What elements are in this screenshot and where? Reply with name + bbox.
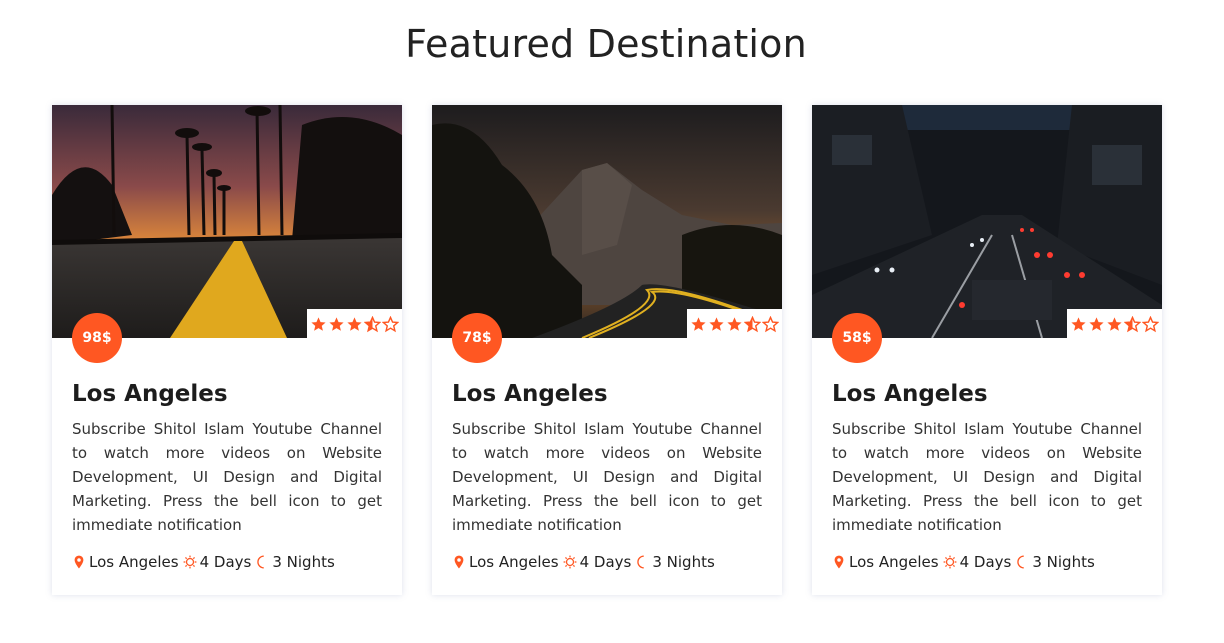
star-empty-icon bbox=[1141, 315, 1160, 333]
trip-meta: Los Angeles 4 Days 3 Nights bbox=[832, 553, 1099, 571]
price-badge: 98$ bbox=[72, 313, 122, 363]
map-marker-icon bbox=[832, 555, 846, 569]
card-description: Subscribe Shitol Islam Youtube Channel t… bbox=[452, 420, 762, 534]
card-description: Subscribe Shitol Islam Youtube Channel t… bbox=[72, 420, 382, 534]
map-marker-icon bbox=[72, 555, 86, 569]
star-full-icon bbox=[310, 316, 327, 333]
star-full-icon bbox=[708, 316, 725, 333]
destination-photo[interactable] bbox=[52, 105, 402, 338]
days-text: 4 Days bbox=[959, 553, 1012, 571]
card-title[interactable]: Los Angeles bbox=[832, 381, 988, 407]
star-full-icon bbox=[1106, 316, 1123, 333]
trip-meta: Los Angeles 4 Days 3 Nights bbox=[72, 553, 339, 571]
destination-card[interactable]: 98$ Los Angeles Subscribe Shitol Islam Y… bbox=[52, 105, 402, 595]
star-rating bbox=[307, 309, 402, 339]
destination-card[interactable]: 58$ Los Angeles Subscribe Shitol Islam Y… bbox=[812, 105, 1162, 595]
moon-icon bbox=[255, 555, 269, 569]
star-half-icon bbox=[743, 315, 762, 333]
card-title[interactable]: Los Angeles bbox=[72, 381, 228, 407]
star-empty-icon bbox=[761, 315, 780, 333]
moon-icon bbox=[1015, 555, 1029, 569]
destination-card[interactable]: 78$ Los Angeles Subscribe Shitol Islam Y… bbox=[432, 105, 782, 595]
nights-text: 3 Nights bbox=[1032, 553, 1095, 571]
star-full-icon bbox=[1088, 316, 1105, 333]
star-full-icon bbox=[1070, 316, 1087, 333]
location-text: Los Angeles bbox=[849, 553, 939, 571]
star-full-icon bbox=[726, 316, 743, 333]
card-title[interactable]: Los Angeles bbox=[452, 381, 608, 407]
trip-meta: Los Angeles 4 Days 3 Nights bbox=[452, 553, 719, 571]
destination-photo[interactable] bbox=[812, 105, 1162, 338]
moon-icon bbox=[635, 555, 649, 569]
star-half-icon bbox=[1123, 315, 1142, 333]
location-text: Los Angeles bbox=[469, 553, 559, 571]
star-rating bbox=[1067, 309, 1162, 339]
star-full-icon bbox=[328, 316, 345, 333]
days-text: 4 Days bbox=[579, 553, 632, 571]
section-title: Featured Destination bbox=[405, 22, 807, 66]
sun-icon bbox=[563, 555, 577, 569]
star-rating bbox=[687, 309, 782, 339]
location-text: Los Angeles bbox=[89, 553, 179, 571]
price-badge: 78$ bbox=[452, 313, 502, 363]
star-half-icon bbox=[363, 315, 382, 333]
destination-photo[interactable] bbox=[432, 105, 782, 338]
card-description: Subscribe Shitol Islam Youtube Channel t… bbox=[832, 420, 1142, 534]
map-marker-icon bbox=[452, 555, 466, 569]
star-full-icon bbox=[346, 316, 363, 333]
days-text: 4 Days bbox=[199, 553, 252, 571]
star-empty-icon bbox=[381, 315, 400, 333]
nights-text: 3 Nights bbox=[272, 553, 335, 571]
sun-icon bbox=[943, 555, 957, 569]
price-badge: 58$ bbox=[832, 313, 882, 363]
sun-icon bbox=[183, 555, 197, 569]
star-full-icon bbox=[690, 316, 707, 333]
nights-text: 3 Nights bbox=[652, 553, 715, 571]
